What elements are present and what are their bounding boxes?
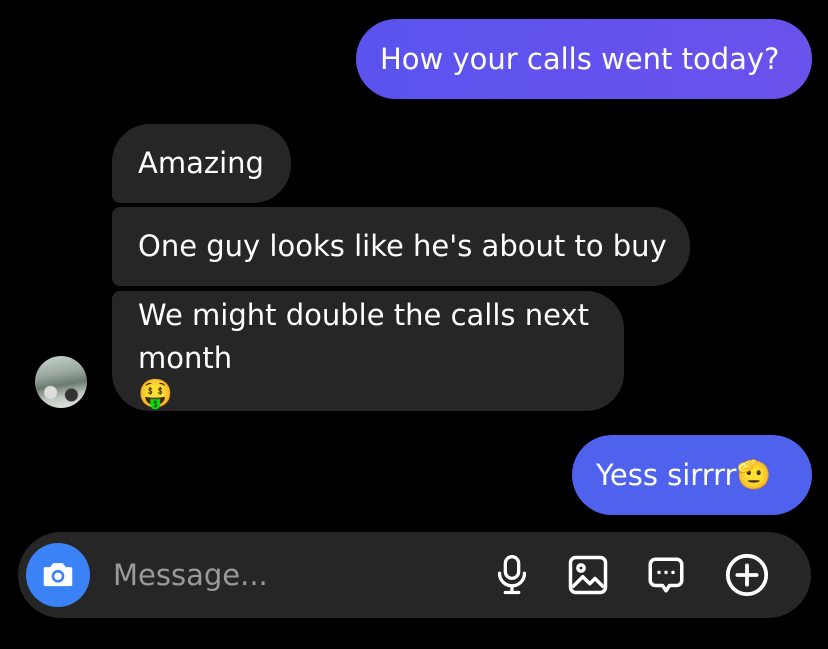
sent-message[interactable]: Yess sirrrr 🫡 [572, 435, 812, 515]
message-text-line2: month [138, 341, 233, 375]
microphone-button[interactable] [488, 551, 536, 599]
plus-icon [725, 553, 769, 597]
message-text: One guy looks like he's about to buy [138, 229, 667, 263]
sent-message[interactable]: How your calls went today? [356, 19, 812, 99]
gallery-button[interactable] [564, 551, 612, 599]
message-text: How your calls went today? [380, 41, 780, 76]
received-message[interactable]: We might double the calls next month 🤑 [112, 291, 624, 411]
message-input[interactable]: Message... [113, 552, 268, 598]
contact-avatar[interactable] [35, 356, 87, 408]
sticker-button[interactable] [642, 551, 690, 599]
message-text-line1: We might double the calls next [138, 298, 589, 332]
image-icon [568, 555, 608, 595]
received-message[interactable]: Amazing [112, 124, 291, 203]
microphone-icon [497, 555, 527, 595]
sticker-icon [648, 557, 684, 593]
message-text: Amazing [138, 146, 264, 180]
camera-icon [43, 563, 73, 587]
camera-button[interactable] [26, 543, 90, 607]
more-button[interactable] [723, 551, 771, 599]
money-mouth-emoji: 🤑 [138, 377, 173, 410]
received-message[interactable]: One guy looks like he's about to buy [112, 207, 690, 286]
salute-emoji: 🫡 [736, 458, 772, 491]
message-text: Yess sirrrr [596, 457, 737, 492]
message-composer: Message... [18, 532, 811, 618]
